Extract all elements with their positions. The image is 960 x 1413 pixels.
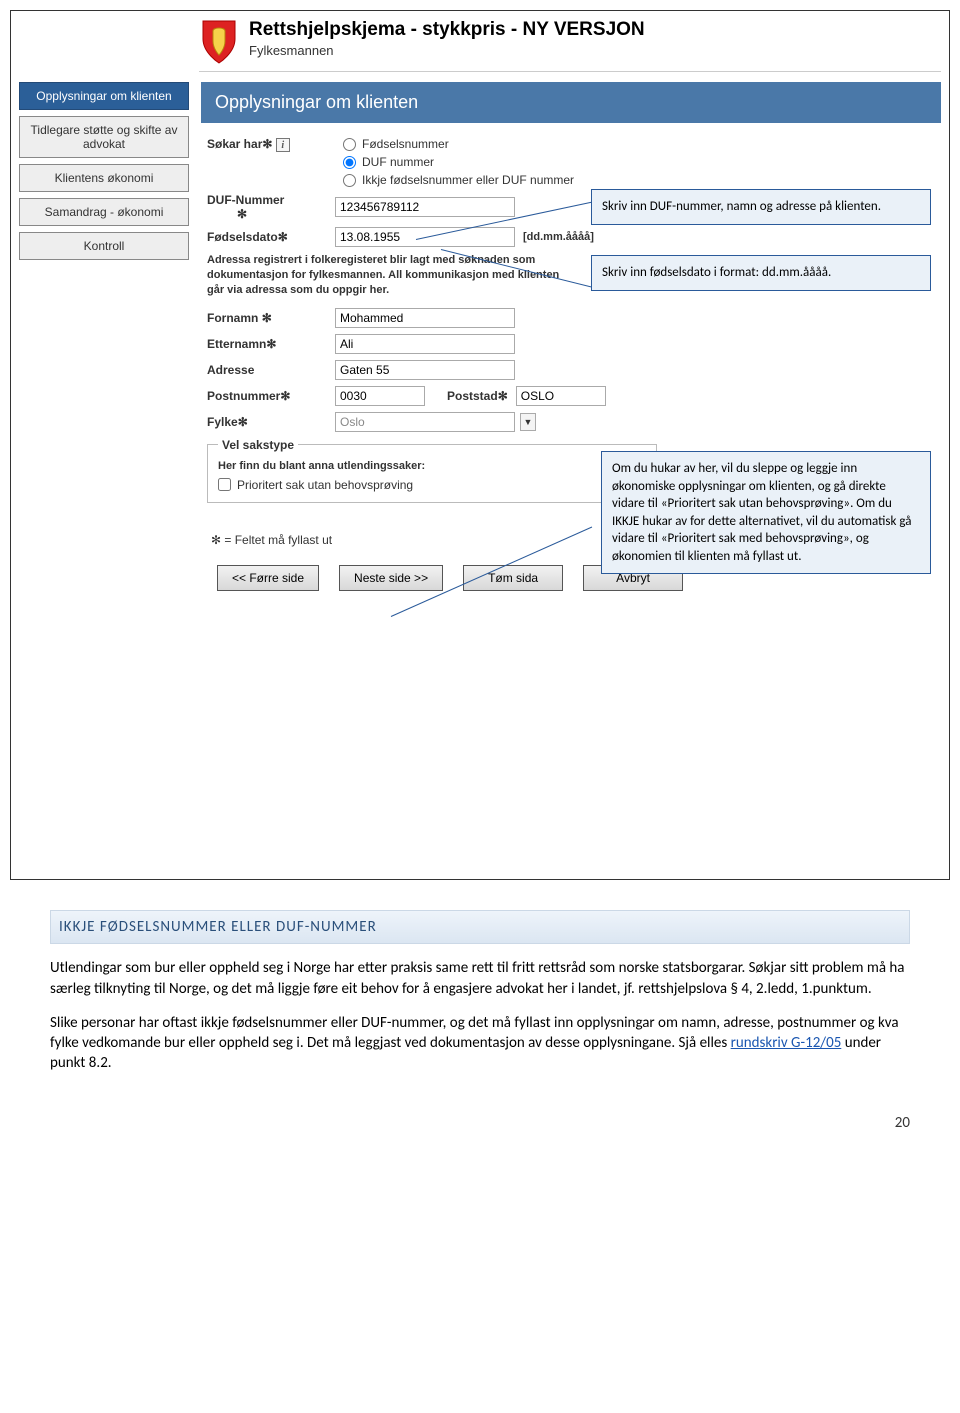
sakstype-fieldset: Vel sakstype Her finn du blant anna utle…	[207, 438, 657, 503]
radio-fn-label: Fødselsnummer	[362, 137, 449, 151]
doc-heading: IKKJE FØDSELSNUMMER ELLER DUF-NUMMER	[50, 910, 910, 944]
crest-icon	[199, 19, 239, 65]
chevron-down-icon[interactable]: ▼	[520, 413, 536, 431]
radio-none-label: Ikkje fødselsnummer eller DUF nummer	[362, 173, 574, 187]
adresse-input[interactable]	[335, 360, 515, 380]
sidebar-item-tidlegare[interactable]: Tidlegare støtte og skifte av advokat	[19, 116, 189, 158]
fornamn-label: Fornamn	[207, 311, 258, 325]
sidebar: Opplysningar om klienten Tidlegare støtt…	[19, 82, 189, 601]
next-button[interactable]: Neste side >>	[339, 565, 443, 591]
fornamn-input[interactable]	[335, 308, 515, 328]
sidebar-item-samandrag[interactable]: Samandrag - økonomi	[19, 198, 189, 226]
sidebar-item-klient[interactable]: Opplysningar om klienten	[19, 82, 189, 110]
sidebar-item-kontroll[interactable]: Kontroll	[19, 232, 189, 260]
doc-paragraph-2: Slike personar har oftast ikkje fødselsn…	[50, 1013, 910, 1074]
radio-duf[interactable]	[343, 156, 356, 169]
radio-duf-label: DUF nummer	[362, 155, 434, 169]
callout-dob: Skriv inn fødselsdato i format: dd.mm.åå…	[591, 255, 931, 291]
adresse-label: Adresse	[207, 363, 254, 377]
app-frame: Rettshjelpskjema - stykkpris - NY VERSJO…	[10, 10, 950, 880]
info-icon[interactable]: i	[276, 138, 290, 152]
doc-paragraph-1: Utlendingar som bur eller oppheld seg i …	[50, 958, 910, 999]
prev-button[interactable]: << Førre side	[217, 565, 319, 591]
page-title: Rettshjelpskjema - stykkpris - NY VERSJO…	[249, 19, 645, 41]
vel-legend: Vel sakstype	[218, 438, 298, 452]
callout-sakstype: Om du hukar av her, vil du sleppe og leg…	[601, 451, 931, 574]
vel-sub: Her finn du blant anna utlendingssaker:	[218, 460, 646, 472]
page-subtitle: Fylkesmannen	[249, 43, 645, 58]
postnr-input[interactable]	[335, 386, 425, 406]
postnr-label: Postnummer	[207, 389, 280, 403]
dob-hint: [dd.mm.åååå]	[523, 231, 594, 243]
document-body: IKKJE FØDSELSNUMMER ELLER DUF-NUMMER Utl…	[50, 910, 910, 1074]
radio-none[interactable]	[343, 174, 356, 187]
fylke-label: Fylke	[207, 415, 238, 429]
etternamn-label: Etternamn	[207, 337, 266, 351]
rundskriv-link[interactable]: rundskriv G-12/05	[731, 1034, 842, 1052]
duf-label: DUF-Nummer	[207, 193, 284, 207]
section-title: Opplysningar om klienten	[201, 82, 941, 123]
etternamn-input[interactable]	[335, 334, 515, 354]
prioritert-checkbox[interactable]	[218, 478, 231, 491]
fylke-select[interactable]	[335, 412, 515, 432]
poststad-label: Poststad	[447, 389, 498, 403]
sokar-label: Søkar har	[207, 137, 262, 151]
duf-input[interactable]	[335, 197, 515, 217]
page-number: 20	[0, 1114, 910, 1132]
header: Rettshjelpskjema - stykkpris - NY VERSJO…	[199, 19, 941, 72]
address-note: Adressa registrert i folkeregisteret bli…	[207, 253, 567, 298]
poststad-input[interactable]	[516, 386, 606, 406]
sidebar-item-okonomi[interactable]: Klientens økonomi	[19, 164, 189, 192]
prioritert-label: Prioritert sak utan behovsprøving	[237, 478, 413, 492]
callout-duf: Skriv inn DUF-nummer, namn og adresse på…	[591, 189, 931, 225]
radio-fodselsnummer[interactable]	[343, 138, 356, 151]
dob-label: Fødselsdato	[207, 230, 278, 244]
